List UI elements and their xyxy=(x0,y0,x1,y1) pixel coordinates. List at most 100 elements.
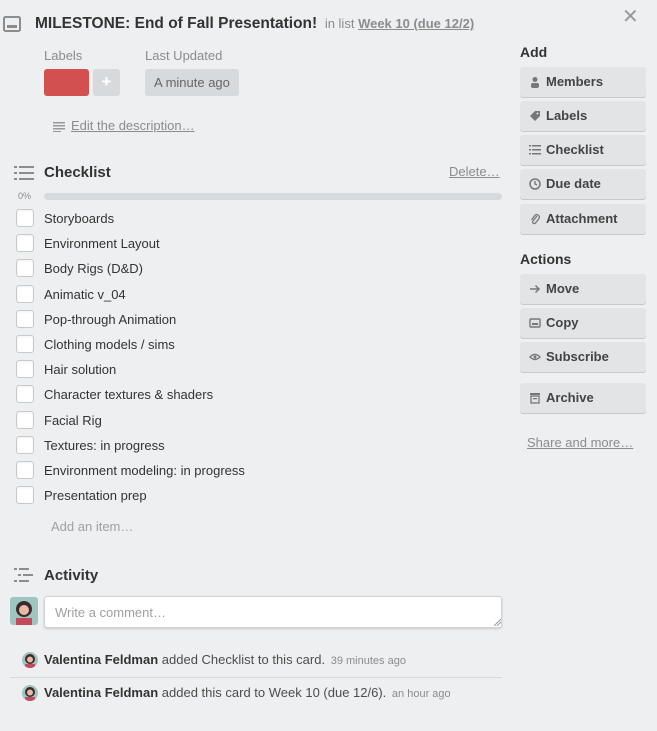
description-icon xyxy=(53,121,65,132)
checklist-item-label[interactable]: Environment modeling: in progress xyxy=(44,463,245,478)
labels-heading: Labels xyxy=(44,48,83,63)
checklist-icon xyxy=(14,166,34,180)
label-chip-red[interactable] xyxy=(44,69,89,96)
activity-user[interactable]: Valentina Feldman xyxy=(44,652,158,667)
checklist-item[interactable]: Environment Layout xyxy=(16,231,506,256)
checklist-item[interactable]: Clothing models / sims xyxy=(16,332,506,357)
activity-entry: Valentina Feldman added this card to Wee… xyxy=(10,685,502,717)
checklist-item[interactable]: Hair solution xyxy=(16,357,506,382)
checklist-button[interactable]: Checklist xyxy=(520,135,646,165)
button-label: Due date xyxy=(546,176,601,191)
subscribe-button[interactable]: Subscribe xyxy=(520,342,646,372)
checklist-item[interactable]: Facial Rig xyxy=(16,408,506,433)
actions-heading: Actions xyxy=(520,251,572,267)
checklist-item[interactable]: Presentation prep xyxy=(16,483,506,508)
activity-time[interactable]: an hour ago xyxy=(392,688,451,700)
add-label-button[interactable]: + xyxy=(93,69,120,96)
activity-text: added Checklist to this card. xyxy=(161,652,326,667)
card-icon xyxy=(529,318,541,328)
checklist-item-checkbox[interactable] xyxy=(16,309,34,328)
button-label: Members xyxy=(546,74,604,89)
checklist-icon xyxy=(529,145,541,155)
checklist-item-checkbox[interactable] xyxy=(16,460,34,479)
checklist-item-label[interactable]: Textures: in progress xyxy=(44,438,165,453)
avatar xyxy=(10,597,38,625)
checklist-item[interactable]: Textures: in progress xyxy=(16,433,506,458)
share-and-more-link[interactable]: Share and more… xyxy=(527,435,633,450)
labels-button[interactable]: Labels xyxy=(520,101,646,131)
checklist-progress-percent: 0% xyxy=(18,191,32,201)
delete-checklist-link[interactable]: Delete… xyxy=(449,164,500,179)
checklist-item[interactable]: Animatic v_04 xyxy=(16,282,506,307)
button-label: Checklist xyxy=(546,142,604,157)
avatar[interactable] xyxy=(22,652,38,668)
checklist-item-checkbox[interactable] xyxy=(16,209,34,227)
activity-entry: Valentina Feldman added Checklist to thi… xyxy=(10,652,502,684)
person-icon xyxy=(531,77,539,88)
checklist-item-label[interactable]: Environment Layout xyxy=(44,236,160,251)
checklist-title[interactable]: Checklist xyxy=(44,164,111,181)
attachment-button[interactable]: Attachment xyxy=(520,204,646,234)
arrow-right-icon xyxy=(530,284,541,294)
resize-handle-icon[interactable] xyxy=(494,619,501,626)
add-heading: Add xyxy=(520,44,548,60)
checklist-items: Storyboards Environment Layout Body Rigs (… xyxy=(16,206,506,508)
add-item-input[interactable]: Add an item… xyxy=(51,519,133,534)
due-date-button[interactable]: Due date xyxy=(520,169,646,199)
eye-icon xyxy=(529,353,541,361)
checklist-item-checkbox[interactable] xyxy=(16,385,34,404)
edit-description-text: Edit the description… xyxy=(71,118,195,133)
avatar[interactable] xyxy=(22,685,38,701)
checklist-item[interactable]: Body Rigs (D&D) xyxy=(16,256,506,281)
checklist-item-checkbox[interactable] xyxy=(16,410,34,429)
activity-icon xyxy=(14,568,33,582)
members-button[interactable]: Members xyxy=(520,67,646,97)
comment-input[interactable]: Write a comment… xyxy=(44,596,502,628)
activity-text: added this card to Week 10 (due 12/6). xyxy=(161,685,387,700)
checklist-item[interactable]: Environment modeling: in progress xyxy=(16,458,506,483)
checklist-item-label[interactable]: Facial Rig xyxy=(44,413,102,428)
button-label: Subscribe xyxy=(546,349,609,364)
activity-user[interactable]: Valentina Feldman xyxy=(44,685,158,700)
move-button[interactable]: Move xyxy=(520,274,646,304)
copy-button[interactable]: Copy xyxy=(520,308,646,338)
checklist-item-checkbox[interactable] xyxy=(16,435,34,454)
button-label: Move xyxy=(546,281,580,296)
checklist-item-label[interactable]: Presentation prep xyxy=(44,488,147,503)
checklist-item-checkbox[interactable] xyxy=(16,234,34,253)
clock-icon xyxy=(529,178,541,190)
checklist-item-checkbox[interactable] xyxy=(16,334,34,353)
checklist-item-label[interactable]: Pop-through Animation xyxy=(44,312,176,327)
checklist-item-checkbox[interactable] xyxy=(16,259,34,278)
activity-line: Valentina Feldman added Checklist to thi… xyxy=(44,652,406,667)
checklist-item-label[interactable]: Storyboards xyxy=(44,211,114,226)
activity-time[interactable]: 39 minutes ago xyxy=(331,655,406,667)
tag-icon xyxy=(530,111,540,121)
last-updated-value: A minute ago xyxy=(145,69,239,96)
checklist-item-checkbox[interactable] xyxy=(16,284,34,303)
checklist-item-checkbox[interactable] xyxy=(16,486,34,505)
paperclip-icon xyxy=(530,214,540,225)
close-icon[interactable]: ✕ xyxy=(622,7,639,27)
checklist-item-label[interactable]: Animatic v_04 xyxy=(44,287,126,302)
checklist-item[interactable]: Pop-through Animation xyxy=(16,307,506,332)
button-label: Labels xyxy=(546,108,588,123)
edit-description-link[interactable]: Edit the description… xyxy=(53,118,195,133)
card-title[interactable]: MILESTONE: End of Fall Presentation! xyxy=(35,15,317,32)
checklist-item-label[interactable]: Character textures & shaders xyxy=(44,387,213,402)
activity-line: Valentina Feldman added this card to Wee… xyxy=(44,685,451,700)
checklist-item[interactable]: Storyboards xyxy=(16,206,506,231)
checklist-progress-bar xyxy=(44,193,502,200)
checklist-item[interactable]: Character textures & shaders xyxy=(16,382,506,407)
card-title-row: MILESTONE: End of Fall Presentation! in … xyxy=(35,15,474,33)
button-label: Attachment xyxy=(546,211,618,226)
in-list-prefix: in list xyxy=(324,16,355,31)
archive-button[interactable]: Archive xyxy=(520,383,646,413)
archive-icon xyxy=(530,393,540,404)
last-updated-heading: Last Updated xyxy=(145,48,223,63)
checklist-item-label[interactable]: Hair solution xyxy=(44,362,116,377)
checklist-item-label[interactable]: Clothing models / sims xyxy=(44,337,175,352)
list-link[interactable]: Week 10 (due 12/2) xyxy=(358,16,474,31)
checklist-item-checkbox[interactable] xyxy=(16,360,34,379)
checklist-item-label[interactable]: Body Rigs (D&D) xyxy=(44,261,143,276)
